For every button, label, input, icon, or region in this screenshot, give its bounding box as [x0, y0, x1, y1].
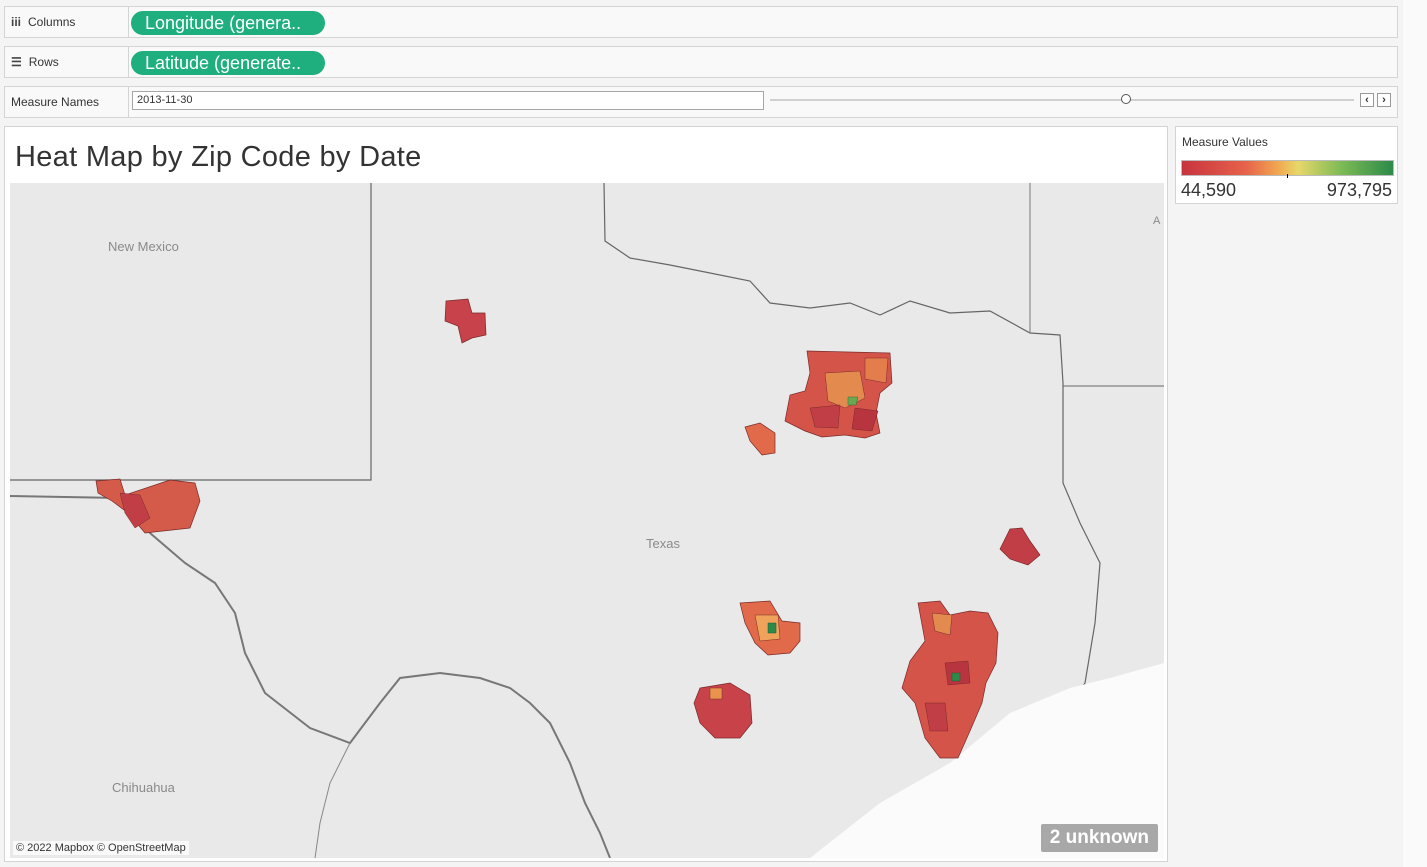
viz-panel: Heat Map by Zip Code by Date New Mexico … [4, 126, 1168, 862]
new-mexico-label: New Mexico [108, 239, 179, 254]
legend-max-value: 973,795 [1326, 180, 1392, 200]
rows-shelf: ☰ Rows Latitude (generate.. [4, 46, 1398, 78]
date-slider-track[interactable] [770, 99, 1354, 101]
map-canvas [10, 183, 1164, 858]
date-filter-input[interactable]: 2013-11-30 [132, 91, 764, 110]
legend-min-value: 44,590 [1181, 180, 1237, 200]
legend-midpoint-tick [1287, 174, 1288, 178]
columns-shelf-label-area: iii Columns [5, 7, 129, 37]
date-slider-thumb[interactable] [1121, 94, 1131, 104]
longitude-pill[interactable]: Longitude (genera.. [131, 11, 325, 35]
columns-shelf: iii Columns Longitude (genera.. [4, 6, 1398, 38]
next-date-button[interactable]: › [1377, 93, 1391, 107]
map-view[interactable]: New Mexico Texas Chihuahua A © 2022 Mapb… [10, 183, 1164, 858]
rows-label: Rows [28, 55, 59, 69]
measure-names-label: Measure Names [5, 87, 129, 117]
chihuahua-label: Chihuahua [112, 780, 175, 795]
right-scroll-area [1403, 0, 1427, 867]
viz-title: Heat Map by Zip Code by Date [15, 141, 422, 173]
map-attribution[interactable]: © 2022 Mapbox © OpenStreetMap [13, 841, 189, 855]
color-legend[interactable]: Measure Values 44,590 973,795 [1175, 126, 1398, 204]
measure-names-filter: Measure Names 2013-11-30 ‹ › [4, 86, 1398, 118]
columns-icon: iii [11, 15, 22, 29]
columns-label: Columns [28, 15, 76, 29]
map-edge-label: A [1153, 215, 1161, 227]
legend-title: Measure Values [1182, 135, 1268, 149]
texas-label: Texas [646, 536, 680, 551]
latitude-pill[interactable]: Latitude (generate.. [131, 51, 325, 75]
rows-icon: ☰ [11, 55, 22, 69]
rows-shelf-label-area: ☰ Rows [5, 47, 129, 77]
previous-date-button[interactable]: ‹ [1360, 93, 1374, 107]
unknown-indicator[interactable]: 2 unknown [1040, 824, 1158, 852]
